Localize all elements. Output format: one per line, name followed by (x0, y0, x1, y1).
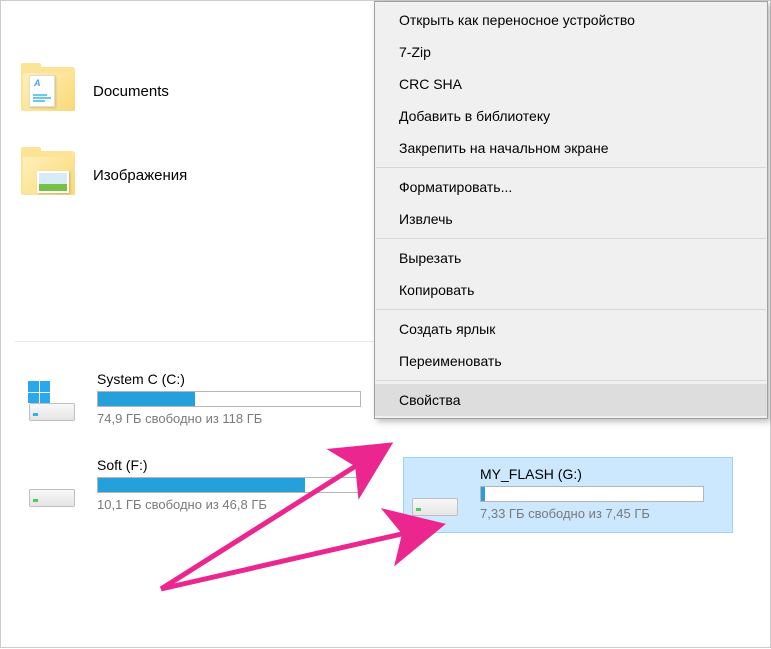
menu-7zip[interactable]: 7-Zip (375, 36, 767, 68)
menu-create-shortcut[interactable]: Создать ярлык (375, 313, 767, 345)
menu-open-portable[interactable]: Открыть как переносное устройство (375, 4, 767, 36)
menu-add-library[interactable]: Добавить в библиотеку (375, 100, 767, 132)
drive-icon (25, 471, 79, 515)
folder-label: Documents (93, 83, 169, 100)
menu-separator (376, 309, 766, 310)
menu-properties[interactable]: Свойства (375, 384, 767, 416)
drive-icon (408, 480, 462, 524)
folder-label: Изображения (93, 167, 187, 184)
menu-crc-sha[interactable]: CRC SHA (375, 68, 767, 100)
menu-copy[interactable]: Копировать (375, 274, 767, 306)
progress-fill (98, 392, 195, 406)
menu-rename[interactable]: Переименовать (375, 345, 767, 377)
drive-name: System C (C:) (97, 371, 361, 387)
folder-icon: A (21, 67, 75, 115)
progress-fill (98, 478, 305, 492)
progress-fill (481, 487, 485, 501)
drive-free: 10,1 ГБ свободно из 46,8 ГБ (97, 497, 361, 512)
menu-format[interactable]: Форматировать... (375, 171, 767, 203)
drive-free: 7,33 ГБ свободно из 7,45 ГБ (480, 506, 704, 521)
drive-progress (480, 486, 704, 502)
drive-name: Soft (F:) (97, 457, 361, 473)
drive-my-flash-g[interactable]: MY_FLASH (G:) 7,33 ГБ свободно из 7,45 Г… (403, 457, 733, 533)
menu-cut[interactable]: Вырезать (375, 242, 767, 274)
context-menu: Открыть как переносное устройство 7-Zip … (374, 1, 768, 419)
drive-free: 74,9 ГБ свободно из 118 ГБ (97, 411, 361, 426)
menu-separator (376, 380, 766, 381)
menu-pin-start[interactable]: Закрепить на начальном экране (375, 132, 767, 164)
drive-progress (97, 477, 361, 493)
menu-separator (376, 167, 766, 168)
drive-soft-f[interactable]: Soft (F:) 10,1 ГБ свободно из 46,8 ГБ (21, 449, 365, 523)
folder-icon (21, 151, 75, 199)
menu-eject[interactable]: Извлечь (375, 203, 767, 235)
menu-separator (376, 238, 766, 239)
drive-system-c[interactable]: System C (C:) 74,9 ГБ свободно из 118 ГБ (21, 363, 365, 437)
drive-icon (25, 385, 79, 429)
drive-progress (97, 391, 361, 407)
drive-name: MY_FLASH (G:) (480, 466, 704, 482)
